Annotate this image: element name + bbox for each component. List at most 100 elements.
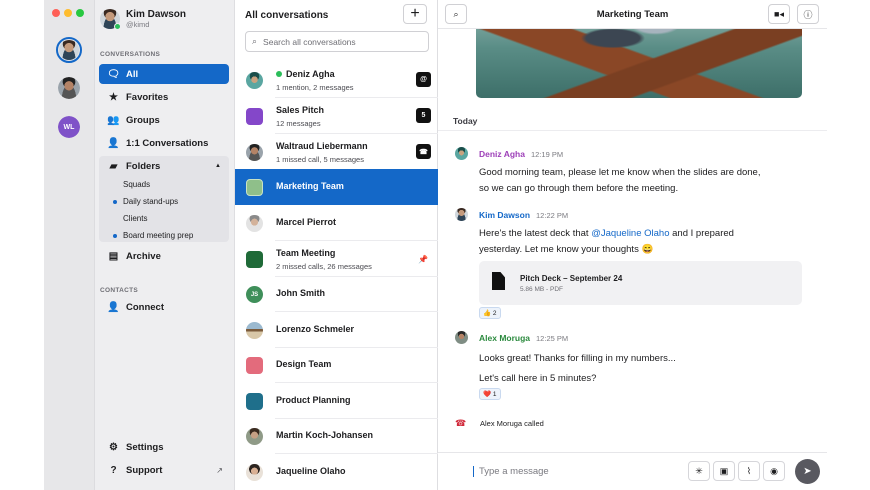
person-icon: 👤 <box>107 137 120 149</box>
conversation-subtitle: 1 mention, 2 messages <box>276 83 354 92</box>
conversation-title: Design Team <box>276 359 332 369</box>
mention-link[interactable]: @Jaqueline Olaho <box>591 228 669 239</box>
sidebar-item-label: Support <box>126 464 163 476</box>
folder-item-board-meeting-prep[interactable]: Board meeting prep <box>113 231 194 240</box>
new-conversation-button[interactable]: + <box>403 4 427 24</box>
conversation-row-marcel-pierrot[interactable]: Marcel Pierrot <box>235 205 438 241</box>
group-color-avatar <box>246 251 263 268</box>
sidebar-item-groups[interactable]: 👥 Groups <box>99 110 229 130</box>
account-avatar-2[interactable] <box>58 77 80 99</box>
ping-button[interactable]: ◉ <box>763 461 785 481</box>
conversation-row-deniz-agha[interactable]: Deniz Agha 1 mention, 2 messages @ <box>235 62 438 98</box>
sidebar-item-favorites[interactable]: ★ Favorites <box>99 87 229 107</box>
account-avatar-kim[interactable] <box>56 37 82 63</box>
attach-button[interactable]: ⌇ <box>738 461 760 481</box>
sidebar-item-connect[interactable]: 👤 Connect <box>99 297 229 317</box>
message-time: 12:22 PM <box>536 211 569 220</box>
conversation-row-team-meeting[interactable]: Team Meeting 2 missed calls, 26 messages… <box>235 241 438 277</box>
conversation-row-design-team[interactable]: Design Team <box>235 347 438 383</box>
add-person-icon: 👤 <box>107 301 120 313</box>
folder-item-squads[interactable]: Squads <box>123 180 150 189</box>
conversation-title: Deniz Agha <box>276 69 335 79</box>
sidebar-item-support[interactable]: ? Support ↗ <box>99 460 229 480</box>
folder-item-clients[interactable]: Clients <box>123 214 147 223</box>
conversation-title: Jaqueline Olaho <box>276 466 346 476</box>
avatar <box>246 215 263 232</box>
reaction-thumbs-up[interactable]: 👍 2 <box>479 307 501 319</box>
gear-icon: ⚙ <box>109 441 118 453</box>
conversation-subtitle: 1 missed call, 5 messages <box>276 155 364 164</box>
message-sender[interactable]: Alex Moruga 12:25 PM <box>479 333 568 343</box>
app-window: WL Kim Dawson @kimd CONVERSATIONS 🗨 All … <box>44 0 827 490</box>
message-input[interactable]: Type a message <box>473 466 549 477</box>
online-status-dot <box>114 23 121 30</box>
conversation-title: Marcel Pierrot <box>276 217 337 227</box>
conversation-title: Waltraud Liebermann <box>276 141 368 151</box>
sidebar-item-all[interactable]: 🗨 All <box>99 64 229 84</box>
pin-icon: 📌 <box>418 255 428 264</box>
info-icon: ⓘ <box>803 9 813 20</box>
unread-count-badge: 5 <box>416 108 431 123</box>
sidebar-item-settings[interactable]: ⚙ Settings <box>99 437 229 457</box>
search-input[interactable]: ⌕ Search all conversations <box>245 31 429 52</box>
folder-label: Squads <box>123 180 151 189</box>
user-profile[interactable]: Kim Dawson @kimd <box>100 9 186 30</box>
group-color-avatar <box>246 393 263 410</box>
sidebar-item-1-1-conversations[interactable]: 👤 1:1 Conversations <box>99 133 229 153</box>
send-icon: ➤ <box>803 466 812 477</box>
zoom-window-button[interactable] <box>76 9 84 17</box>
avatar <box>455 331 468 344</box>
avatar <box>100 9 121 30</box>
avatar <box>246 428 263 445</box>
conversation-row-marketing-team[interactable]: Marketing Team <box>235 169 438 205</box>
chevron-up-icon[interactable]: ▲ <box>215 163 221 169</box>
call-event-text: Alex Moruga called <box>480 419 544 428</box>
account-avatar-wl[interactable]: WL <box>58 116 80 138</box>
message-text: Good morning team, please let me know wh… <box>479 167 761 194</box>
file-attachment[interactable]: Pitch Deck – September 24 5.86 MB - PDF <box>479 261 802 305</box>
send-button[interactable]: ➤ <box>795 459 820 484</box>
mention-badge: @ <box>416 72 431 87</box>
info-button[interactable]: ⓘ <box>797 4 819 24</box>
avatar-initials: WL <box>58 116 80 138</box>
conversation-title: Team Meeting <box>276 248 336 258</box>
conversation-row-martin-koch-johansen[interactable]: Martin Koch-Johansen <box>235 418 438 454</box>
star-icon: ★ <box>109 91 118 103</box>
folder-item-daily-standups[interactable]: Daily stand-ups <box>113 197 179 206</box>
conversation-row-jaqueline-olaho[interactable]: Jaqueline Olaho <box>235 454 438 490</box>
reaction-heart[interactable]: ❤️ 1 <box>479 388 501 400</box>
group-color-avatar <box>246 108 263 125</box>
unread-dot <box>113 234 117 238</box>
folder-label: Clients <box>123 214 148 223</box>
conversation-row-lorenzo-schmeler[interactable]: Lorenzo Schmeler <box>235 312 438 348</box>
sidebar-item-folders[interactable]: ▰ Folders ▲ <box>99 156 229 176</box>
minimize-window-button[interactable] <box>64 9 72 17</box>
message-sender[interactable]: Kim Dawson 12:22 PM <box>479 210 568 220</box>
sidebar-item-label: Folders <box>126 160 161 172</box>
sidebar-item-label: Connect <box>126 301 164 313</box>
close-window-button[interactable] <box>52 9 60 17</box>
conversation-row-john-smith[interactable]: JS John Smith <box>235 276 438 312</box>
online-status-dot <box>276 71 282 77</box>
conversation-subtitle: 2 missed calls, 26 messages <box>276 262 372 271</box>
plus-icon: + <box>410 5 420 22</box>
conversation-list: All conversations + ⌕ Search all convers… <box>235 0 438 490</box>
conversation-title: John Smith <box>276 288 325 298</box>
avatar <box>246 144 263 161</box>
sidebar-item-label: Archive <box>126 250 161 262</box>
folder-label: Board meeting prep <box>123 231 194 240</box>
conversation-row-waltraud-liebermann[interactable]: Waltraud Liebermann 1 missed call, 5 mes… <box>235 134 438 170</box>
message-time: 12:25 PM <box>536 334 569 343</box>
account-rail: WL <box>44 0 95 490</box>
avatar <box>246 464 263 481</box>
image-button[interactable]: ▣ <box>713 461 735 481</box>
unread-dot <box>113 200 117 204</box>
conversation-row-product-planning[interactable]: Product Planning <box>235 383 438 419</box>
message-sender[interactable]: Deniz Agha 12:19 PM <box>479 149 563 159</box>
sidebar-item-archive[interactable]: ▤ Archive <box>99 246 229 266</box>
group-color-avatar <box>246 179 263 196</box>
video-call-button[interactable]: ■◂ <box>768 4 790 24</box>
folder-label: Daily stand-ups <box>123 197 179 206</box>
conversation-row-sales-pitch[interactable]: Sales Pitch 12 messages 5 <box>235 98 438 134</box>
formatting-button[interactable]: ✳ <box>688 461 710 481</box>
